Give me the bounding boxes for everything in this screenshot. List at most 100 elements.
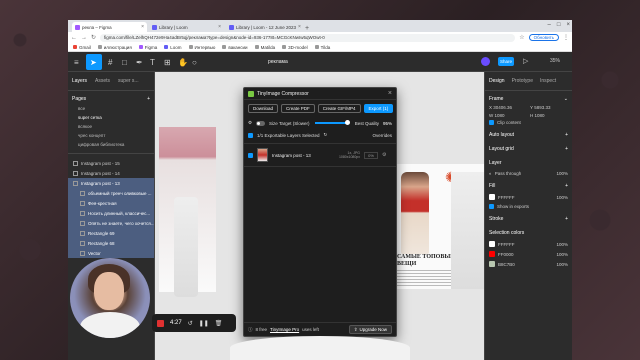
bookmark-gmail[interactable]: Gmail	[73, 45, 91, 50]
pen-tool-icon[interactable]: ✒	[136, 58, 143, 67]
layer-item[interactable]: Vector	[68, 248, 154, 258]
minimize-icon[interactable]: –	[548, 22, 551, 28]
clip-content-row[interactable]: Clip content	[485, 118, 572, 127]
maximize-icon[interactable]: □	[557, 22, 561, 28]
tab-assets[interactable]: Assets	[95, 78, 110, 84]
bookmark-matilda[interactable]: Matilda	[254, 45, 275, 50]
page-item[interactable]: всякое	[68, 122, 154, 131]
close-icon[interactable]: ×	[141, 24, 144, 30]
add-icon[interactable]: +	[565, 183, 568, 189]
color-swatch[interactable]	[489, 241, 495, 247]
tab-loom-library[interactable]: Library | Loom ×	[149, 22, 224, 32]
bookmark-interviews[interactable]: Интервью	[188, 45, 215, 50]
color-swatch[interactable]	[489, 261, 495, 267]
color-opacity[interactable]: 100%	[556, 262, 568, 267]
text-tool-icon[interactable]: T	[150, 58, 155, 67]
export-item-row[interactable]: Instagram post - 13 1x, JPG 1080x1080px 0…	[244, 143, 396, 167]
add-icon[interactable]: +	[565, 216, 568, 222]
upgrade-button[interactable]: ⇧ Upgrade Now	[348, 325, 392, 334]
page-item[interactable]: все	[68, 104, 154, 113]
create-pdf-button[interactable]: Create PDF	[281, 104, 315, 113]
layer-item[interactable]: Фея-крестная	[68, 198, 154, 208]
layer-item[interactable]: Instagram post - 14	[68, 168, 154, 178]
hand-tool-icon[interactable]: ✋	[178, 58, 188, 67]
color-swatch[interactable]	[489, 251, 495, 257]
bookmark-figma[interactable]: Figma	[138, 45, 157, 50]
blend-mode-row[interactable]: ◐ Pass through 100%	[485, 169, 572, 178]
layer-item[interactable]: Опять не знаете, чего хочется...	[68, 218, 154, 228]
avatar[interactable]	[481, 57, 490, 66]
overrides-link[interactable]: Overrides	[372, 133, 392, 138]
chevron-down-icon[interactable]: ⌄	[564, 96, 568, 102]
y-field[interactable]: Y 5893.33	[530, 105, 568, 110]
selection-color-row[interactable]: FF0000 100%	[485, 249, 572, 259]
forward-icon[interactable]: →	[81, 35, 87, 41]
close-icon[interactable]: ×	[218, 24, 221, 30]
tab-inspect[interactable]: Inspect	[540, 78, 556, 84]
file-title[interactable]: реклама	[268, 59, 288, 65]
update-button[interactable]: Обновить	[528, 34, 559, 41]
reload-icon[interactable]: ↻	[91, 34, 96, 41]
bookmark-loom[interactable]: Loom	[164, 45, 182, 50]
main-menu-icon[interactable]: ≡	[74, 58, 79, 67]
pause-icon[interactable]: ❚❚	[199, 320, 209, 327]
color-opacity[interactable]: 100%	[556, 252, 568, 257]
create-gif-button[interactable]: Create GIF/MP4	[317, 104, 361, 113]
fill-swatch[interactable]	[489, 194, 495, 200]
restart-icon[interactable]: ↺	[188, 320, 193, 327]
add-page-icon[interactable]: +	[147, 96, 150, 102]
stop-recording-icon[interactable]	[157, 319, 164, 327]
present-icon[interactable]: ▷	[523, 57, 528, 65]
layer-opacity[interactable]: 100%	[556, 171, 568, 176]
add-icon[interactable]: +	[565, 132, 568, 138]
selection-color-row[interactable]: B8C7B0 100%	[485, 259, 572, 269]
quality-slider[interactable]	[315, 120, 351, 125]
export-button[interactable]: Export (1)	[363, 104, 394, 113]
close-icon[interactable]: ×	[298, 24, 301, 30]
tab-library[interactable]: super s...	[118, 78, 139, 84]
back-icon[interactable]: ←	[71, 35, 77, 41]
x-field[interactable]: X 30406.36	[489, 105, 527, 110]
tab-loom-video[interactable]: Library | Loom - 12 June 2023 ×	[226, 22, 301, 32]
item-settings-icon[interactable]: ⚙	[382, 152, 386, 158]
item-compression-field[interactable]: 0%	[364, 151, 378, 159]
new-tab-icon[interactable]: +	[305, 25, 309, 32]
url-field[interactable]: figma.com/file/LZelhQH472e9Ha4adBr5qj/ре…	[100, 33, 516, 42]
show-exports-row[interactable]: Show in exports	[485, 202, 572, 211]
select-all-checkbox[interactable]	[248, 132, 253, 138]
close-window-icon[interactable]: ×	[566, 22, 570, 28]
close-icon[interactable]: ×	[388, 90, 392, 97]
layer-item[interactable]: Instagram post - 15	[68, 158, 154, 168]
layer-item[interactable]: Rectangle 68	[68, 238, 154, 248]
bookmark-vacancies[interactable]: вакансии	[222, 45, 248, 50]
comment-icon[interactable]: ○	[192, 58, 197, 67]
fill-row[interactable]: FFFFFF 100%	[485, 192, 572, 202]
page-item[interactable]: цифровая библиотека	[68, 140, 154, 149]
add-icon[interactable]: +	[565, 146, 568, 152]
selection-color-row[interactable]: FFFFFF 100%	[485, 239, 572, 249]
tab-layers[interactable]: Layers	[72, 78, 87, 84]
fill-opacity[interactable]: 100%	[556, 195, 568, 200]
tab-prototype[interactable]: Prototype	[512, 78, 533, 84]
tab-design[interactable]: Design	[489, 78, 505, 84]
settings-icon[interactable]: ⚙	[248, 120, 252, 126]
download-button[interactable]: Download	[248, 104, 279, 113]
resources-icon[interactable]: ⊞	[164, 58, 171, 67]
refresh-icon[interactable]: ↻	[324, 132, 328, 138]
w-field[interactable]: W 1080	[489, 113, 527, 118]
item-checkbox[interactable]	[248, 152, 253, 158]
frame-tool-icon[interactable]: #	[108, 58, 112, 67]
share-button[interactable]: Share	[498, 57, 514, 66]
bookmark-illustration[interactable]: иллюстрация	[97, 45, 132, 50]
star-icon[interactable]: ☆	[519, 34, 524, 41]
shape-tool-icon[interactable]: □	[122, 58, 127, 67]
webcam-bubble[interactable]	[70, 258, 150, 338]
page-item[interactable]: super сетка	[68, 113, 154, 122]
tab-figma[interactable]: рекла – Figma ×	[72, 22, 147, 32]
checkbox[interactable]	[489, 120, 494, 125]
layer-item[interactable]: объемный тренч оливковые ...	[68, 188, 154, 198]
pro-link[interactable]: TinyImage Pro	[270, 327, 299, 332]
h-field[interactable]: H 1080	[530, 113, 568, 118]
bookmark-tilda[interactable]: Tilda	[314, 45, 330, 50]
slider-knob[interactable]	[345, 120, 351, 125]
